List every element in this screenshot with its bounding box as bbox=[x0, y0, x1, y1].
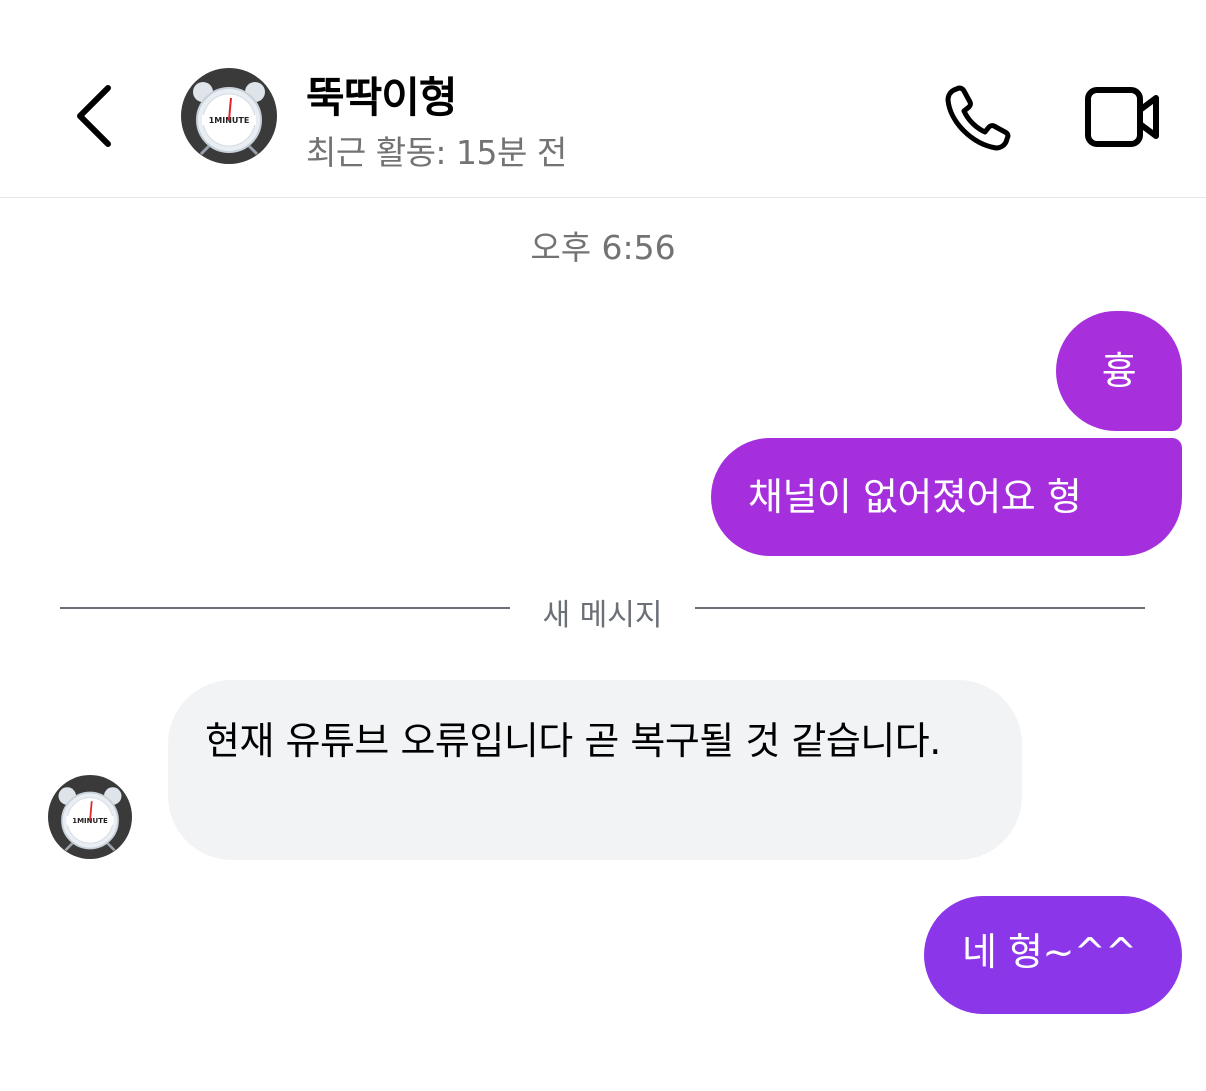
chat-header: 1MINUTE 뚝딱이형 최근 활동: 15분 전 bbox=[0, 0, 1206, 198]
activity-status: 최근 활동: 15분 전 bbox=[306, 133, 567, 172]
message-timestamp: 오후 6:56 bbox=[530, 228, 676, 267]
call-button[interactable] bbox=[940, 80, 1016, 156]
alarm-clock-icon: 1MINUTE bbox=[48, 775, 132, 859]
new-messages-divider: 새 메시지 bbox=[542, 598, 663, 633]
incoming-message[interactable]: 현재 유튜브 오류입니다 곧 복구될 것 같습니다. bbox=[168, 680, 1022, 860]
video-camera-icon bbox=[1085, 87, 1159, 147]
video-call-button[interactable] bbox=[1080, 80, 1164, 156]
outgoing-message[interactable]: 채널이 없어졌어요 형 bbox=[711, 438, 1182, 556]
divider-line bbox=[60, 607, 510, 609]
phone-icon bbox=[945, 85, 1011, 151]
chevron-left-icon bbox=[77, 85, 111, 147]
contact-name[interactable]: 뚝딱이형 bbox=[306, 64, 458, 125]
alarm-clock-icon: 1MINUTE bbox=[181, 68, 277, 164]
outgoing-message[interactable]: 네 형~^^ bbox=[924, 896, 1182, 1014]
contact-avatar[interactable]: 1MINUTE bbox=[181, 68, 277, 164]
sender-avatar[interactable]: 1MINUTE bbox=[48, 775, 132, 859]
back-button[interactable] bbox=[70, 80, 120, 150]
outgoing-message[interactable]: 흉 bbox=[1056, 311, 1182, 431]
divider-line bbox=[695, 607, 1145, 609]
